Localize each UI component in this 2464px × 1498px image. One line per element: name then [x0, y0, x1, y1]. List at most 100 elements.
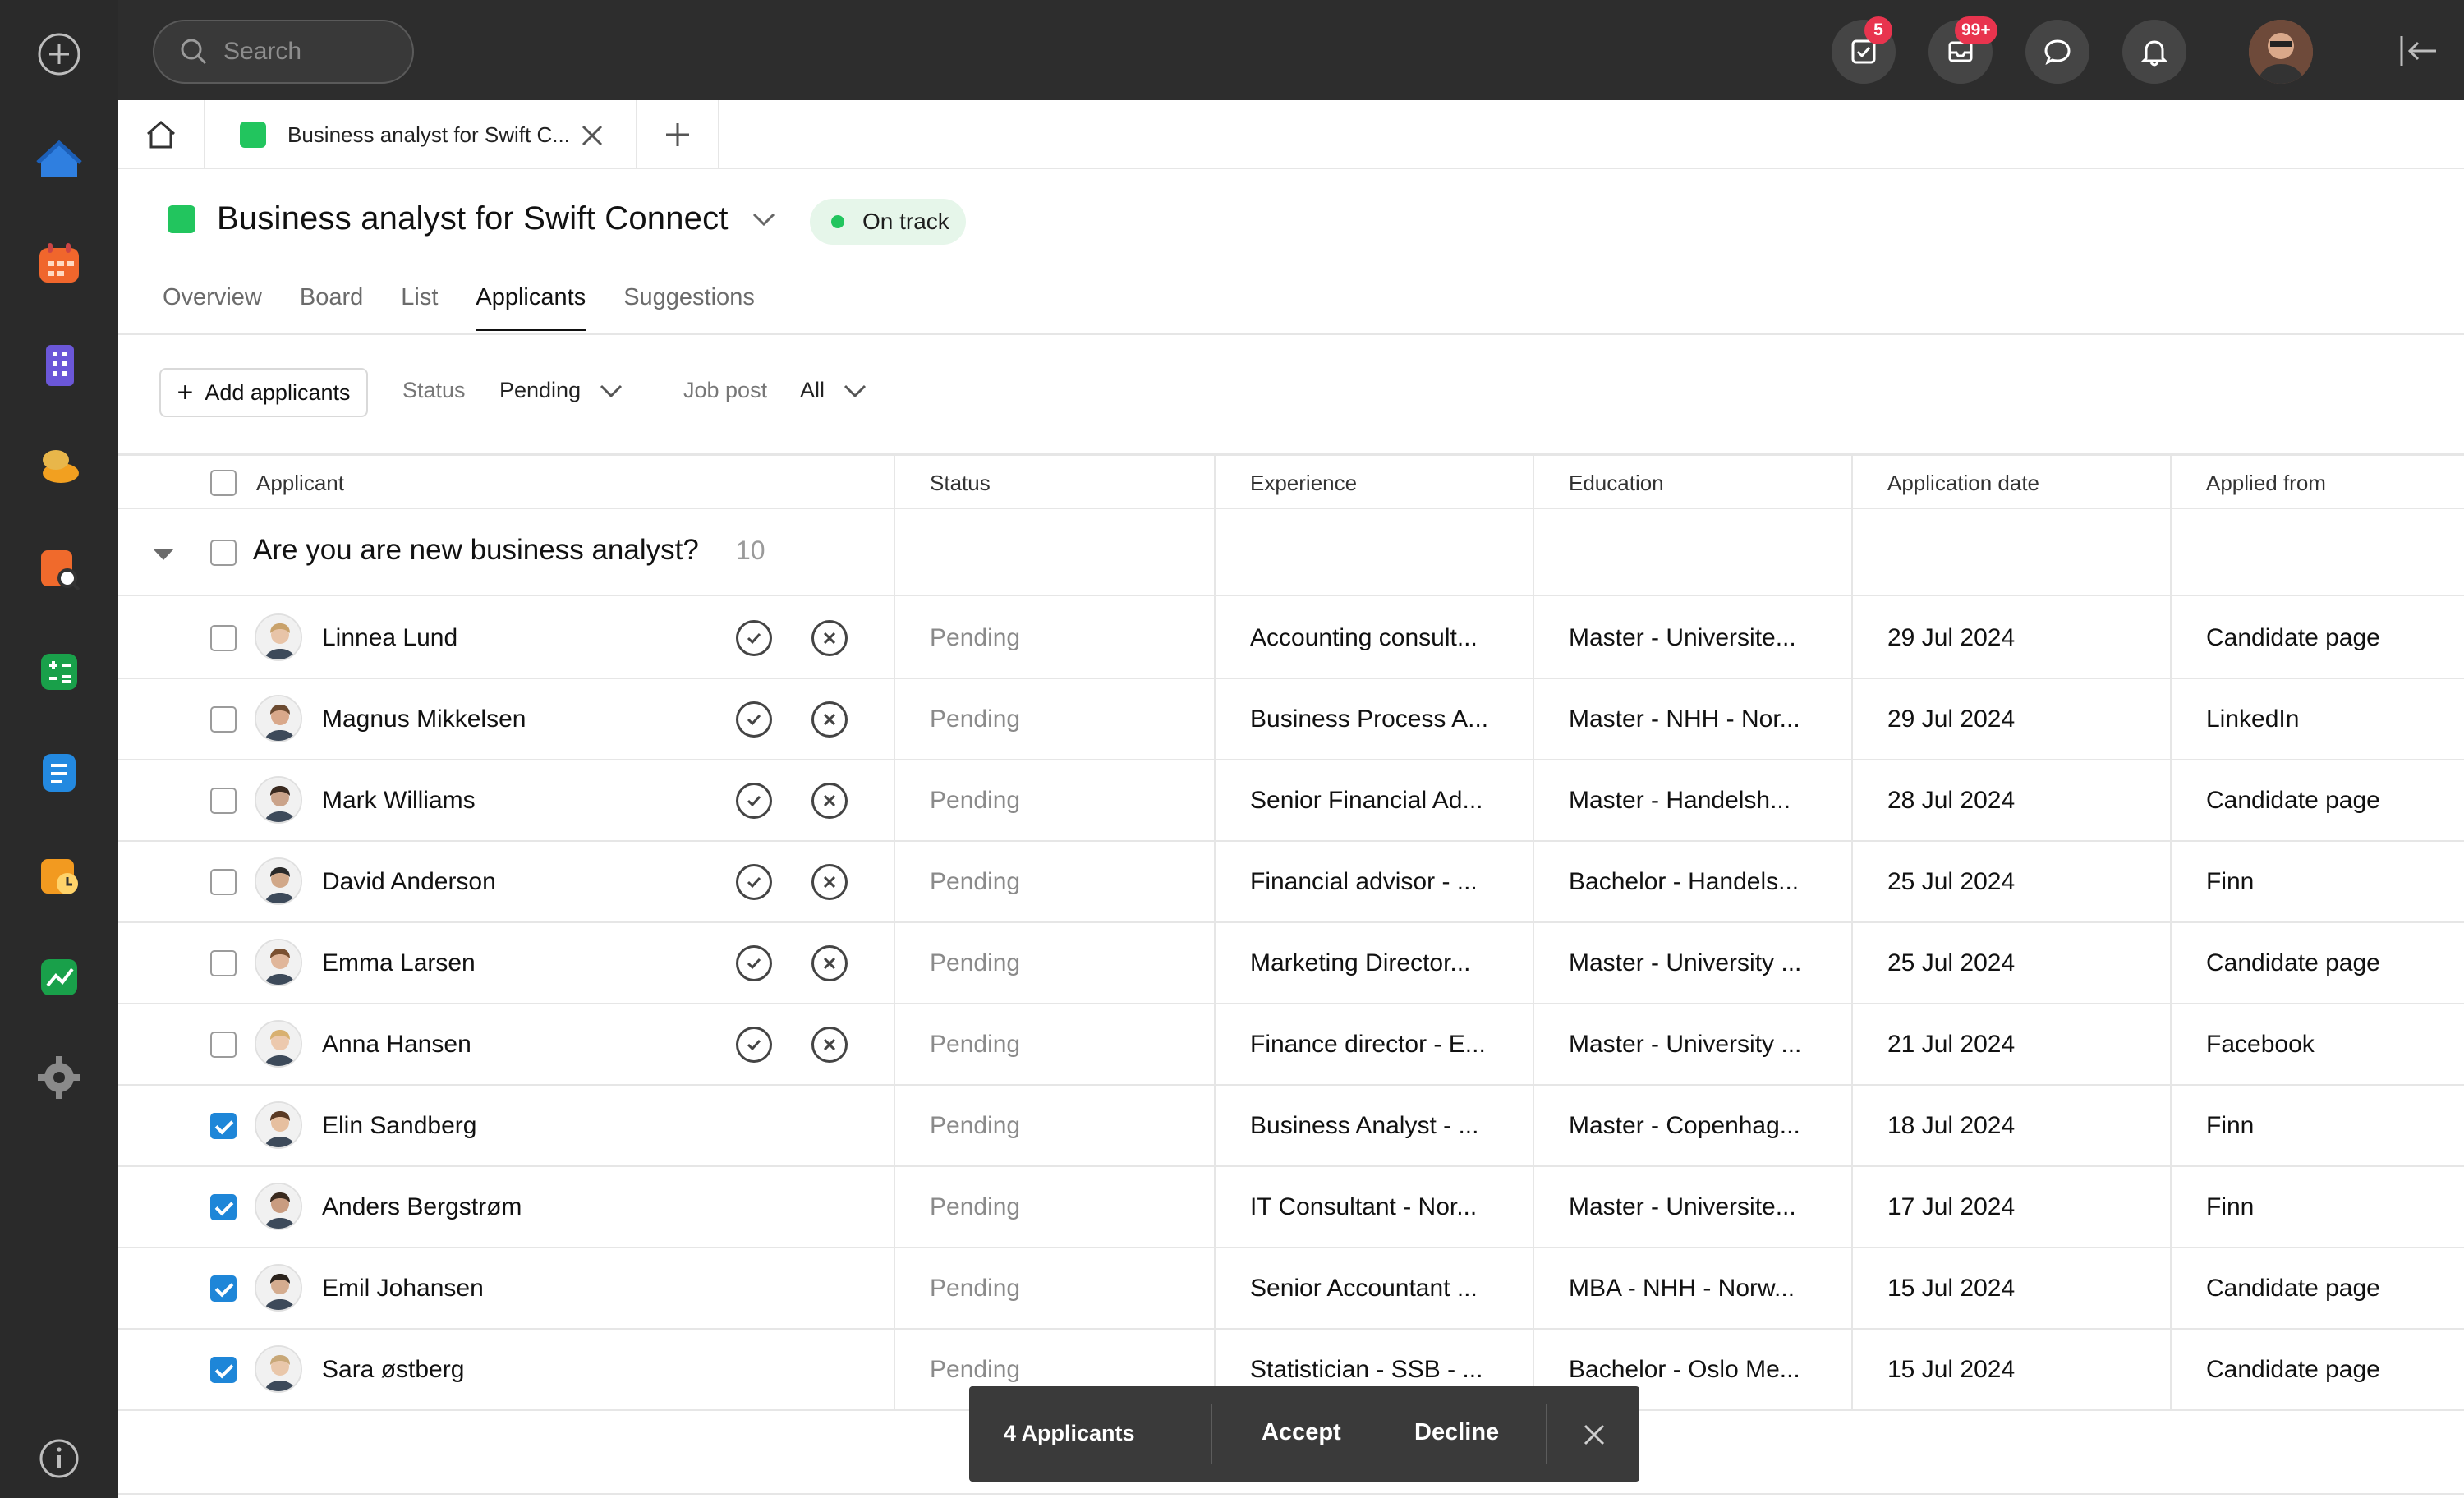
applicant-name[interactable]: Anders Bergstrøm — [322, 1167, 522, 1247]
group-checkbox[interactable] — [210, 540, 237, 566]
applied-from: Candidate page — [2206, 786, 2380, 814]
notifications-button[interactable] — [2122, 20, 2186, 84]
tab-list[interactable]: List — [401, 284, 438, 333]
rail-app-documents[interactable] — [30, 742, 89, 802]
applicant-name[interactable]: Emil Johansen — [322, 1248, 484, 1328]
chat-button[interactable] — [2025, 20, 2089, 84]
row-checkbox[interactable] — [210, 1357, 237, 1383]
column-divider — [1214, 453, 1216, 1409]
row-checkbox[interactable] — [210, 706, 237, 733]
applicant-education: Master - University ... — [1569, 1030, 1802, 1058]
add-tab-button[interactable] — [637, 100, 719, 169]
add-applicants-label: Add applicants — [205, 379, 351, 405]
decline-applicant-button[interactable] — [811, 701, 848, 738]
row-checkbox[interactable] — [210, 950, 237, 976]
column-header-experience[interactable]: Experience — [1250, 456, 1357, 510]
decline-button[interactable]: Decline — [1414, 1419, 1499, 1446]
applicant-name[interactable]: Emma Larsen — [322, 923, 476, 1003]
group-row[interactable]: Are you are new business analyst? 10 — [118, 509, 2464, 596]
tab-applicants[interactable]: Applicants — [476, 284, 586, 333]
rail-app-recruiting[interactable] — [30, 539, 89, 598]
tab-board[interactable]: Board — [300, 284, 363, 333]
accept-applicant-button[interactable] — [736, 783, 772, 819]
decline-applicant-button[interactable] — [811, 620, 848, 656]
row-checkbox[interactable] — [210, 1275, 237, 1302]
home-tab[interactable] — [118, 100, 205, 169]
collapse-panel-button[interactable] — [2398, 33, 2439, 73]
applicant-experience: Financial advisor - ... — [1250, 867, 1478, 895]
applicant-name[interactable]: David Anderson — [322, 842, 496, 921]
check-icon — [747, 632, 761, 645]
job-post-filter-dropdown[interactable]: All — [800, 378, 867, 403]
decline-applicant-button[interactable] — [811, 945, 848, 981]
column-header-application-date[interactable]: Application date — [1887, 456, 2039, 510]
chevron-down-icon[interactable] — [752, 212, 776, 227]
table-row[interactable]: Emil Johansen Pending Senior Accountant ..… — [118, 1248, 2464, 1330]
table-row[interactable]: David Anderson Pending Financial advisor -… — [118, 842, 2464, 923]
row-checkbox[interactable] — [210, 869, 237, 895]
document-tab[interactable]: Business analyst for Swift C... — [205, 100, 637, 169]
info-button[interactable] — [30, 1429, 89, 1488]
status-badge[interactable]: On track — [810, 199, 966, 245]
table-row[interactable]: Emma Larsen Pending Marketing Director... M… — [118, 923, 2464, 1004]
rail-app-calendar[interactable] — [30, 233, 89, 292]
column-header-applicant[interactable]: Applicant — [256, 456, 344, 510]
applicant-name[interactable]: Linnea Lund — [322, 598, 457, 678]
rail-app-finance[interactable] — [30, 437, 89, 496]
inbox-button[interactable]: 99+ — [1928, 16, 1997, 84]
applicant-name[interactable]: Anna Hansen — [322, 1004, 471, 1084]
accept-applicant-button[interactable] — [736, 1027, 772, 1063]
accept-button[interactable]: Accept — [1262, 1419, 1341, 1446]
row-checkbox[interactable] — [210, 1113, 237, 1139]
collapse-triangle-icon[interactable] — [151, 547, 176, 562]
applicant-name[interactable]: Sara østberg — [322, 1330, 464, 1409]
rail-app-analytics[interactable] — [30, 946, 89, 1005]
accept-applicant-button[interactable] — [736, 945, 772, 981]
select-all-checkbox[interactable] — [210, 470, 237, 496]
selected-count: 4 Applicants — [1004, 1421, 1135, 1445]
rail-app-timesheet[interactable] — [30, 844, 89, 903]
row-checkbox[interactable] — [210, 625, 237, 651]
column-header-applied-from[interactable]: Applied from — [2206, 456, 2326, 510]
document-tab-label: Business analyst for Swift C... — [287, 122, 570, 147]
row-checkbox[interactable] — [210, 788, 237, 814]
table-row[interactable]: Anders Bergstrøm Pending IT Consultant - N… — [118, 1167, 2464, 1248]
rail-app-home[interactable] — [30, 131, 89, 191]
search-input[interactable]: Search — [153, 20, 414, 84]
table-row[interactable]: Linnea Lund Pending Accounting consult... M… — [118, 598, 2464, 679]
add-applicants-button[interactable]: + Add applicants — [159, 368, 368, 417]
check-icon — [747, 795, 761, 807]
accept-applicant-button[interactable] — [736, 701, 772, 738]
table-row[interactable]: Magnus Mikkelsen Pending Business Process … — [118, 679, 2464, 760]
decline-applicant-button[interactable] — [811, 783, 848, 819]
applicant-name[interactable]: Mark Williams — [322, 760, 476, 840]
applicant-name[interactable]: Magnus Mikkelsen — [322, 679, 526, 759]
column-header-education[interactable]: Education — [1569, 456, 1664, 510]
applicant-name[interactable]: Elin Sandberg — [322, 1086, 476, 1165]
column-header-status[interactable]: Status — [930, 456, 991, 510]
applicant-status: Pending — [930, 705, 1021, 733]
status-filter-dropdown[interactable]: Pending — [499, 378, 623, 403]
table-row[interactable]: Elin Sandberg Pending Business Analyst - .… — [118, 1086, 2464, 1167]
accept-applicant-button[interactable] — [736, 864, 772, 900]
row-checkbox[interactable] — [210, 1194, 237, 1220]
rail-app-buildings[interactable] — [30, 335, 89, 394]
finance-icon — [43, 450, 79, 483]
tab-suggestions[interactable]: Suggestions — [623, 284, 755, 333]
table-row[interactable]: Anna Hansen Pending Finance director - E..… — [118, 1004, 2464, 1086]
rail-app-settings[interactable] — [30, 1048, 89, 1107]
decline-applicant-button[interactable] — [811, 1027, 848, 1063]
create-new-button[interactable] — [30, 25, 89, 84]
avatar — [255, 776, 302, 824]
close-icon[interactable] — [1582, 1422, 1607, 1447]
row-checkbox[interactable] — [210, 1032, 237, 1058]
tasks-button[interactable]: 5 — [1832, 16, 1896, 84]
table-row[interactable]: Mark Williams Pending Senior Financial Ad.… — [118, 760, 2464, 842]
user-avatar[interactable] — [2249, 20, 2313, 84]
rail-app-spreadsheet[interactable] — [30, 641, 89, 700]
tab-overview[interactable]: Overview — [163, 284, 262, 333]
close-icon[interactable] — [580, 123, 605, 148]
avatar — [255, 695, 302, 742]
accept-applicant-button[interactable] — [736, 620, 772, 656]
decline-applicant-button[interactable] — [811, 864, 848, 900]
